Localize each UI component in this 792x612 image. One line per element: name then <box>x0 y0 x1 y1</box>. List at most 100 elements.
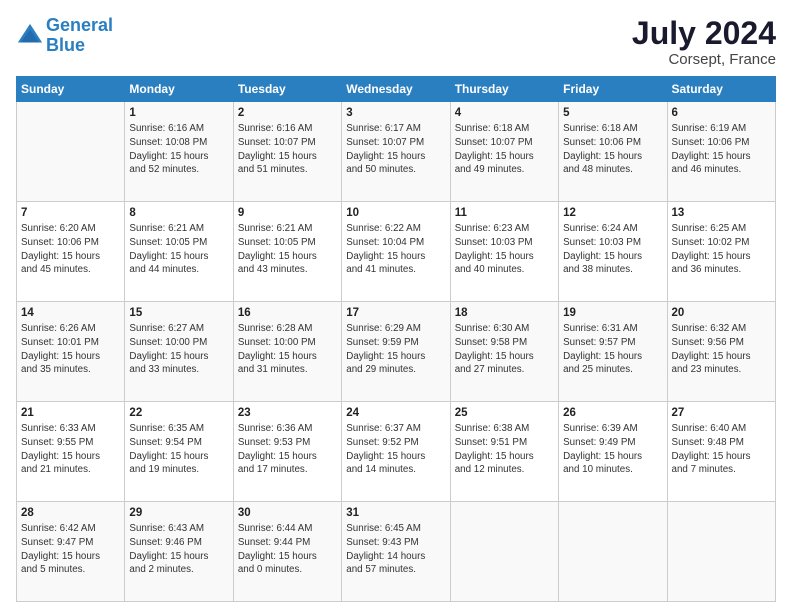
day-number: 23 <box>238 405 337 421</box>
calendar-cell: 16Sunrise: 6:28 AMSunset: 10:00 PMDaylig… <box>233 302 341 402</box>
day-info: Sunrise: 6:18 AMSunset: 10:06 PMDaylight… <box>563 122 662 177</box>
calendar-cell: 5Sunrise: 6:18 AMSunset: 10:06 PMDayligh… <box>559 102 667 202</box>
day-number: 10 <box>346 205 445 221</box>
calendar-cell: 19Sunrise: 6:31 AMSunset: 9:57 PMDayligh… <box>559 302 667 402</box>
day-info: Sunrise: 6:16 AMSunset: 10:07 PMDaylight… <box>238 122 337 177</box>
calendar-week-row: 7Sunrise: 6:20 AMSunset: 10:06 PMDayligh… <box>17 202 776 302</box>
day-info: Sunrise: 6:23 AMSunset: 10:03 PMDaylight… <box>455 222 554 277</box>
calendar-cell: 22Sunrise: 6:35 AMSunset: 9:54 PMDayligh… <box>125 402 233 502</box>
calendar-cell: 12Sunrise: 6:24 AMSunset: 10:03 PMDaylig… <box>559 202 667 302</box>
calendar-cell: 2Sunrise: 6:16 AMSunset: 10:07 PMDayligh… <box>233 102 341 202</box>
day-info: Sunrise: 6:44 AMSunset: 9:44 PMDaylight:… <box>238 522 337 577</box>
calendar-cell: 20Sunrise: 6:32 AMSunset: 9:56 PMDayligh… <box>667 302 775 402</box>
calendar-cell: 28Sunrise: 6:42 AMSunset: 9:47 PMDayligh… <box>17 502 125 602</box>
day-info: Sunrise: 6:28 AMSunset: 10:00 PMDaylight… <box>238 322 337 377</box>
calendar-day-header: Friday <box>559 77 667 102</box>
day-info: Sunrise: 6:17 AMSunset: 10:07 PMDaylight… <box>346 122 445 177</box>
day-number: 4 <box>455 105 554 121</box>
logo: General Blue <box>16 16 113 56</box>
logo-text: General Blue <box>46 16 113 56</box>
calendar-day-header: Thursday <box>450 77 558 102</box>
calendar-cell: 18Sunrise: 6:30 AMSunset: 9:58 PMDayligh… <box>450 302 558 402</box>
day-number: 25 <box>455 405 554 421</box>
calendar-cell: 6Sunrise: 6:19 AMSunset: 10:06 PMDayligh… <box>667 102 775 202</box>
day-number: 14 <box>21 305 120 321</box>
day-number: 1 <box>129 105 228 121</box>
day-info: Sunrise: 6:16 AMSunset: 10:08 PMDaylight… <box>129 122 228 177</box>
day-info: Sunrise: 6:29 AMSunset: 9:59 PMDaylight:… <box>346 322 445 377</box>
day-number: 29 <box>129 505 228 521</box>
calendar-header-row: SundayMondayTuesdayWednesdayThursdayFrid… <box>17 77 776 102</box>
calendar-week-row: 1Sunrise: 6:16 AMSunset: 10:08 PMDayligh… <box>17 102 776 202</box>
day-info: Sunrise: 6:18 AMSunset: 10:07 PMDaylight… <box>455 122 554 177</box>
calendar-table: SundayMondayTuesdayWednesdayThursdayFrid… <box>16 76 776 602</box>
day-info: Sunrise: 6:36 AMSunset: 9:53 PMDaylight:… <box>238 422 337 477</box>
calendar-cell: 9Sunrise: 6:21 AMSunset: 10:05 PMDayligh… <box>233 202 341 302</box>
calendar-day-header: Monday <box>125 77 233 102</box>
calendar-cell: 15Sunrise: 6:27 AMSunset: 10:00 PMDaylig… <box>125 302 233 402</box>
calendar-cell: 21Sunrise: 6:33 AMSunset: 9:55 PMDayligh… <box>17 402 125 502</box>
calendar-cell: 4Sunrise: 6:18 AMSunset: 10:07 PMDayligh… <box>450 102 558 202</box>
day-info: Sunrise: 6:32 AMSunset: 9:56 PMDaylight:… <box>672 322 771 377</box>
day-number: 3 <box>346 105 445 121</box>
day-number: 7 <box>21 205 120 221</box>
day-info: Sunrise: 6:42 AMSunset: 9:47 PMDaylight:… <box>21 522 120 577</box>
calendar-cell: 11Sunrise: 6:23 AMSunset: 10:03 PMDaylig… <box>450 202 558 302</box>
day-number: 19 <box>563 305 662 321</box>
calendar-cell: 10Sunrise: 6:22 AMSunset: 10:04 PMDaylig… <box>342 202 450 302</box>
day-info: Sunrise: 6:21 AMSunset: 10:05 PMDaylight… <box>129 222 228 277</box>
day-info: Sunrise: 6:22 AMSunset: 10:04 PMDaylight… <box>346 222 445 277</box>
calendar-cell: 29Sunrise: 6:43 AMSunset: 9:46 PMDayligh… <box>125 502 233 602</box>
day-number: 28 <box>21 505 120 521</box>
day-number: 5 <box>563 105 662 121</box>
day-number: 17 <box>346 305 445 321</box>
calendar-cell: 24Sunrise: 6:37 AMSunset: 9:52 PMDayligh… <box>342 402 450 502</box>
calendar-cell: 31Sunrise: 6:45 AMSunset: 9:43 PMDayligh… <box>342 502 450 602</box>
day-number: 11 <box>455 205 554 221</box>
day-number: 24 <box>346 405 445 421</box>
calendar-cell: 3Sunrise: 6:17 AMSunset: 10:07 PMDayligh… <box>342 102 450 202</box>
day-info: Sunrise: 6:30 AMSunset: 9:58 PMDaylight:… <box>455 322 554 377</box>
calendar-cell: 25Sunrise: 6:38 AMSunset: 9:51 PMDayligh… <box>450 402 558 502</box>
day-info: Sunrise: 6:43 AMSunset: 9:46 PMDaylight:… <box>129 522 228 577</box>
day-number: 15 <box>129 305 228 321</box>
day-number: 9 <box>238 205 337 221</box>
day-number: 20 <box>672 305 771 321</box>
day-info: Sunrise: 6:27 AMSunset: 10:00 PMDaylight… <box>129 322 228 377</box>
day-number: 18 <box>455 305 554 321</box>
day-info: Sunrise: 6:38 AMSunset: 9:51 PMDaylight:… <box>455 422 554 477</box>
day-info: Sunrise: 6:20 AMSunset: 10:06 PMDaylight… <box>21 222 120 277</box>
day-info: Sunrise: 6:26 AMSunset: 10:01 PMDaylight… <box>21 322 120 377</box>
calendar-cell: 14Sunrise: 6:26 AMSunset: 10:01 PMDaylig… <box>17 302 125 402</box>
day-number: 27 <box>672 405 771 421</box>
calendar-cell <box>559 502 667 602</box>
day-info: Sunrise: 6:33 AMSunset: 9:55 PMDaylight:… <box>21 422 120 477</box>
calendar-day-header: Sunday <box>17 77 125 102</box>
calendar-week-row: 21Sunrise: 6:33 AMSunset: 9:55 PMDayligh… <box>17 402 776 502</box>
calendar-cell: 8Sunrise: 6:21 AMSunset: 10:05 PMDayligh… <box>125 202 233 302</box>
calendar-cell: 13Sunrise: 6:25 AMSunset: 10:02 PMDaylig… <box>667 202 775 302</box>
day-info: Sunrise: 6:35 AMSunset: 9:54 PMDaylight:… <box>129 422 228 477</box>
calendar-cell: 7Sunrise: 6:20 AMSunset: 10:06 PMDayligh… <box>17 202 125 302</box>
day-number: 2 <box>238 105 337 121</box>
calendar-week-row: 28Sunrise: 6:42 AMSunset: 9:47 PMDayligh… <box>17 502 776 602</box>
day-number: 12 <box>563 205 662 221</box>
day-number: 26 <box>563 405 662 421</box>
day-info: Sunrise: 6:19 AMSunset: 10:06 PMDaylight… <box>672 122 771 177</box>
calendar-cell <box>17 102 125 202</box>
calendar-cell: 30Sunrise: 6:44 AMSunset: 9:44 PMDayligh… <box>233 502 341 602</box>
day-info: Sunrise: 6:37 AMSunset: 9:52 PMDaylight:… <box>346 422 445 477</box>
calendar-cell: 26Sunrise: 6:39 AMSunset: 9:49 PMDayligh… <box>559 402 667 502</box>
main-title: July 2024 <box>632 16 776 51</box>
day-number: 6 <box>672 105 771 121</box>
calendar-day-header: Wednesday <box>342 77 450 102</box>
subtitle: Corsept, France <box>632 51 776 68</box>
day-number: 30 <box>238 505 337 521</box>
day-number: 31 <box>346 505 445 521</box>
day-number: 13 <box>672 205 771 221</box>
day-info: Sunrise: 6:31 AMSunset: 9:57 PMDaylight:… <box>563 322 662 377</box>
page: General Blue July 2024 Corsept, France S… <box>0 0 792 612</box>
logo-icon <box>16 22 44 50</box>
day-number: 21 <box>21 405 120 421</box>
day-info: Sunrise: 6:40 AMSunset: 9:48 PMDaylight:… <box>672 422 771 477</box>
